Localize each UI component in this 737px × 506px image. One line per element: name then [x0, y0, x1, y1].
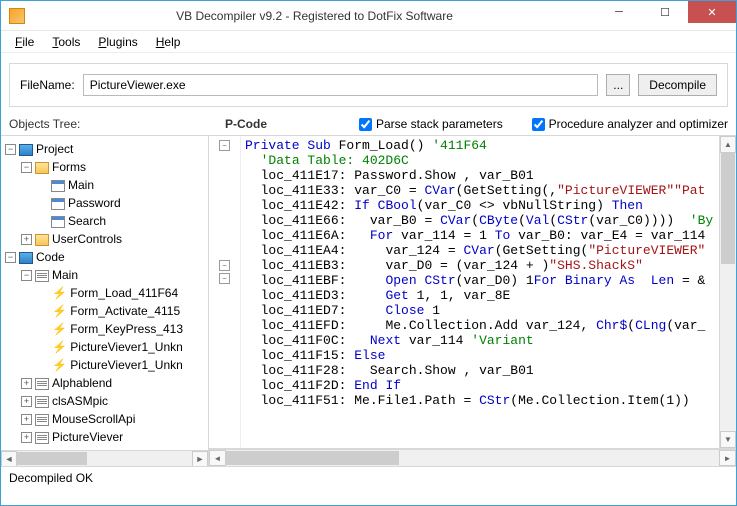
objects-tree-label: Objects Tree:	[9, 117, 201, 131]
code-scrollbar-h[interactable]: ◄►	[209, 449, 736, 466]
tree-item[interactable]: Form_Activate_4115	[70, 304, 180, 318]
tree-toggle[interactable]: −	[5, 144, 16, 155]
minimize-button[interactable]: ─	[596, 1, 642, 23]
app-icon	[9, 8, 25, 24]
form-icon	[51, 180, 65, 192]
tree-toggle[interactable]: +	[21, 396, 32, 407]
tree-item[interactable]: PictureViever1_Unkn	[70, 340, 183, 354]
tree-item[interactable]: Main	[68, 178, 94, 192]
menu-file[interactable]: File	[7, 33, 42, 51]
tree-item[interactable]: PictureViever1_Unkn	[70, 358, 183, 372]
menu-help[interactable]: Help	[148, 33, 189, 51]
folder-icon	[35, 234, 49, 246]
tree-item[interactable]: Form_KeyPress_413	[70, 322, 183, 336]
fold-toggle[interactable]: −	[219, 273, 230, 284]
tree-item[interactable]: Search	[68, 214, 106, 228]
tree-code[interactable]: Code	[36, 250, 65, 264]
status-bar: Decompiled OK	[1, 466, 736, 488]
filename-label: FileName:	[20, 78, 75, 92]
module-icon	[35, 432, 49, 444]
tree-project[interactable]: Project	[36, 142, 73, 156]
tree-scrollbar-h[interactable]: ◄►	[1, 450, 208, 466]
filename-input[interactable]	[83, 74, 599, 96]
bolt-icon: ⚡	[51, 286, 67, 300]
browse-button[interactable]: ...	[606, 74, 630, 96]
objects-tree[interactable]: −Project −Forms MainPasswordSearch +User…	[1, 136, 209, 466]
decompile-button[interactable]: Decompile	[638, 74, 717, 96]
bolt-icon: ⚡	[51, 340, 67, 354]
proc-analyzer-checkbox[interactable]: Procedure analyzer and optimizer	[532, 117, 728, 131]
tree-toggle[interactable]: +	[21, 414, 32, 425]
module-icon	[35, 414, 49, 426]
bolt-icon: ⚡	[51, 304, 67, 318]
menu-plugins[interactable]: Plugins	[90, 33, 145, 51]
tree-usercontrols[interactable]: UserControls	[52, 232, 122, 246]
code-view[interactable]: Private Sub Form_Load() '411F64 'Data Ta…	[241, 136, 719, 448]
form-icon	[51, 216, 65, 228]
project-icon	[19, 144, 33, 156]
fold-toggle[interactable]: −	[219, 140, 230, 151]
folder-icon	[35, 162, 49, 174]
fold-toggle[interactable]: −	[219, 260, 230, 271]
tree-toggle[interactable]: −	[5, 252, 16, 263]
tree-item[interactable]: clsASMpic	[52, 394, 108, 408]
module-icon	[35, 270, 49, 282]
close-button[interactable]: ✕	[688, 1, 736, 23]
window-title: VB Decompiler v9.2 - Registered to DotFi…	[33, 9, 596, 23]
tree-item[interactable]: Password	[68, 196, 121, 210]
pcode-label: P-Code	[225, 117, 335, 131]
tree-code-main[interactable]: Main	[52, 268, 78, 282]
module-icon	[35, 378, 49, 390]
tree-item[interactable]: PictureViever	[52, 430, 123, 444]
tree-item[interactable]: Alphablend	[52, 376, 112, 390]
module-icon	[35, 396, 49, 408]
parse-stack-checkbox[interactable]: Parse stack parameters	[359, 117, 503, 131]
code-scrollbar-v[interactable]: ▲▼	[719, 136, 736, 448]
tree-toggle[interactable]: −	[21, 270, 32, 281]
bolt-icon: ⚡	[51, 322, 67, 336]
tree-item[interactable]: Form_Load_411F64	[70, 286, 178, 300]
tree-toggle[interactable]: +	[21, 378, 32, 389]
form-icon	[51, 198, 65, 210]
menu-tools[interactable]: Tools	[44, 33, 88, 51]
bolt-icon: ⚡	[51, 358, 67, 372]
code-icon	[19, 252, 33, 264]
tree-item[interactable]: MouseScrollApi	[52, 412, 135, 426]
tree-toggle[interactable]: +	[21, 432, 32, 443]
tree-toggle[interactable]: +	[21, 234, 32, 245]
tree-forms[interactable]: Forms	[52, 160, 86, 174]
maximize-button[interactable]: ☐	[642, 1, 688, 23]
code-gutter: − − −	[209, 136, 241, 448]
tree-toggle[interactable]: −	[21, 162, 32, 173]
